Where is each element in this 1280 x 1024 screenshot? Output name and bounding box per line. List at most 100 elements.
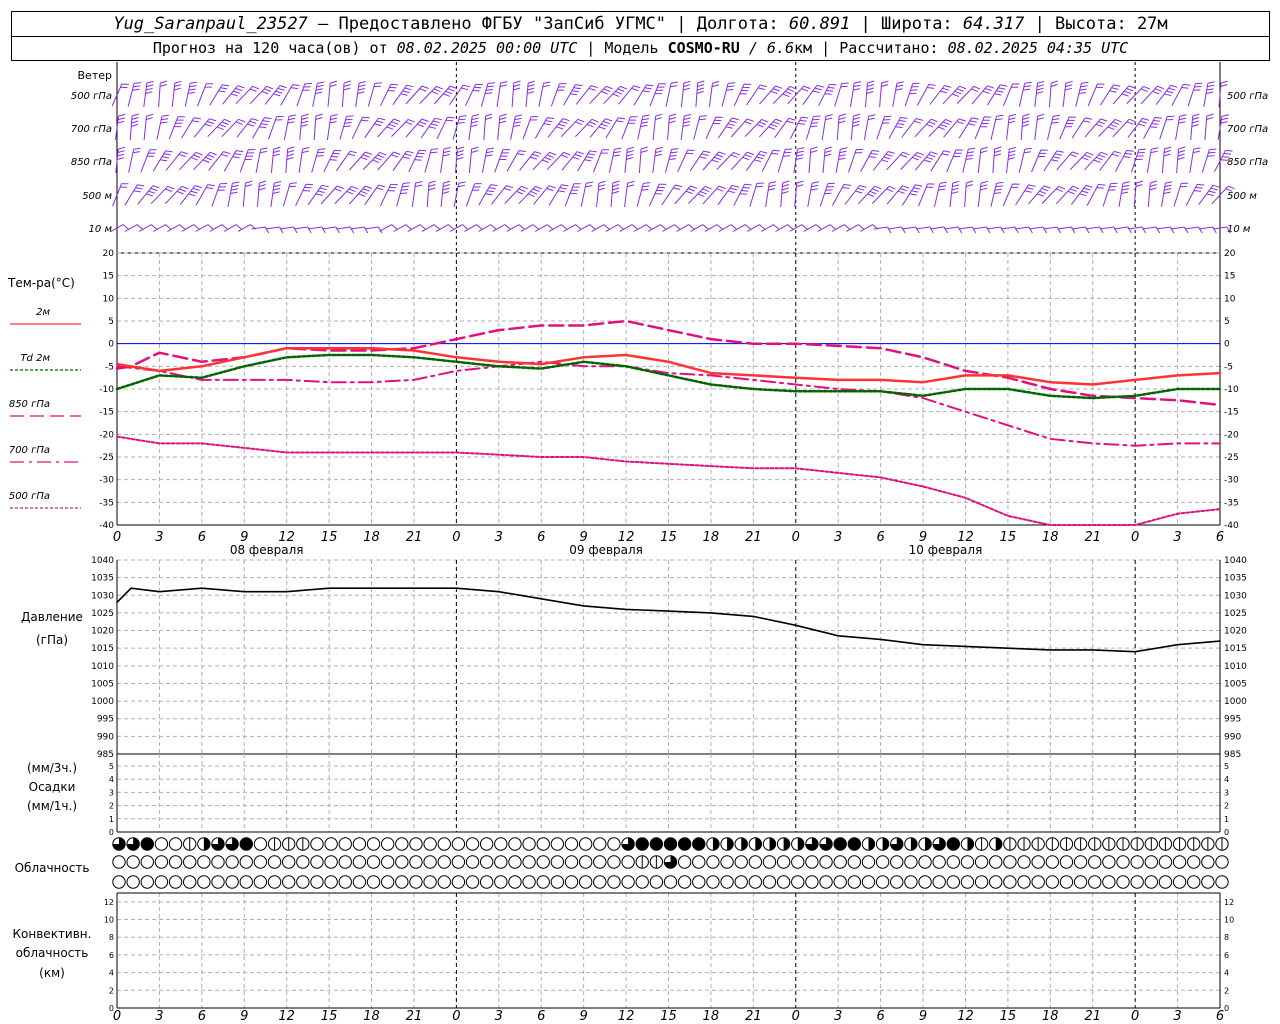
cloud-symbol	[1031, 875, 1045, 889]
bottom-hour-tick: 0	[792, 1009, 800, 1024]
cloud-symbol	[451, 875, 466, 889]
cloud-symbol	[1201, 875, 1215, 889]
cloud-circle	[1031, 875, 1045, 889]
cloud-symbol	[1017, 875, 1031, 889]
cloud-symbol	[267, 837, 282, 851]
wind-barb	[494, 149, 510, 173]
pressure-tick-left: 1010	[91, 662, 114, 672]
precip-tick-left: 3	[109, 788, 114, 797]
wind-barb	[860, 150, 880, 172]
cloud-symbol	[663, 875, 678, 889]
wind-level-label: 700 гПа	[71, 124, 112, 135]
wind-barb	[433, 85, 457, 105]
cloud-circle	[1158, 875, 1173, 889]
cloud-circle	[663, 875, 678, 889]
cloud-circle	[635, 837, 649, 851]
cloud-symbol	[776, 875, 791, 889]
pressure-ylabel-2: (гПа)	[36, 633, 68, 647]
cloud-symbol	[578, 837, 593, 851]
pressure-tick-right: 1020	[1224, 627, 1247, 637]
temp-tick-right: 15	[1224, 272, 1235, 282]
wind-barb	[667, 113, 677, 141]
cloud-circle	[465, 875, 480, 889]
wind-barb	[819, 182, 835, 207]
cloud-symbol	[706, 875, 720, 889]
cloud-circle	[1144, 855, 1158, 869]
wind-barb	[525, 80, 536, 107]
cloud-circle	[310, 875, 324, 889]
cloud-circle	[508, 837, 522, 851]
cloud-symbol	[904, 837, 918, 851]
cloud-circle	[423, 837, 437, 851]
cloud-symbol	[890, 837, 904, 851]
cloud-circle	[1187, 875, 1201, 889]
temp-tick-left: 15	[103, 272, 114, 282]
cloud-circle	[437, 855, 451, 869]
cloud-symbol	[1045, 875, 1060, 889]
conv-tick-left: 12	[104, 898, 114, 907]
wind-barb	[377, 151, 401, 171]
cloud-symbol	[1130, 875, 1144, 889]
cloud-circle	[1088, 875, 1102, 889]
cloud-circle	[465, 837, 480, 851]
wind-barb	[436, 116, 455, 140]
cloud-circle	[550, 855, 565, 869]
wind-barb	[455, 146, 465, 174]
pressure-tick-left: 990	[97, 732, 114, 742]
cloud-circle	[1215, 855, 1229, 869]
cloud-symbol	[1003, 875, 1017, 889]
cloud-symbol	[479, 875, 494, 889]
temp-hour-tick: 0	[792, 530, 800, 545]
wind-barb	[128, 147, 141, 173]
cloud-circle	[847, 855, 862, 869]
wind-barb	[295, 183, 314, 207]
wind-barb	[777, 148, 793, 173]
cloud-symbol	[296, 837, 310, 851]
wind-barb	[1071, 117, 1093, 139]
cloud-symbol	[1031, 855, 1045, 869]
wind-barb	[886, 151, 910, 171]
wind-barb	[270, 146, 281, 173]
wind-barb	[934, 181, 947, 207]
temp-tick-right: 0	[1224, 340, 1230, 350]
cloud-circle	[140, 875, 154, 889]
wind-barb	[680, 80, 691, 107]
cloud-symbol	[819, 875, 833, 889]
wind-barb	[405, 118, 429, 138]
cloud-circle	[989, 875, 1003, 889]
cloud-circle	[692, 855, 706, 869]
cloud-circle	[197, 875, 211, 889]
cloud-circle	[946, 855, 961, 869]
wind-barb	[564, 183, 581, 207]
cloud-symbol	[154, 855, 169, 869]
legend-label-2: 850 гПа	[9, 399, 50, 410]
cloud-circle	[1172, 855, 1187, 869]
wind-barb	[380, 183, 398, 207]
wind-barb	[298, 147, 310, 173]
wind-barb	[971, 85, 995, 105]
wind-barb	[561, 151, 584, 171]
bottom-hour-tick: 21	[1084, 1009, 1101, 1024]
wind-barb	[1130, 148, 1146, 173]
cloud-symbol	[578, 875, 593, 889]
cloud-symbol	[847, 875, 862, 889]
bottom-hour-tick: 3	[834, 1009, 842, 1024]
cloud-circle	[1045, 875, 1060, 889]
cloud-circle	[734, 875, 748, 889]
cloud-symbol	[1158, 875, 1173, 889]
temp-tick-right: -35	[1224, 498, 1239, 508]
cloud-symbol	[706, 855, 720, 869]
cloud-circle	[578, 837, 593, 851]
wind-barb	[179, 151, 203, 171]
cloud-symbol	[380, 855, 395, 869]
wind-barb	[223, 150, 244, 172]
wind-barb	[688, 185, 712, 204]
wind-barb	[426, 180, 436, 208]
cloud-symbol	[833, 875, 847, 889]
cloud-symbol	[607, 837, 621, 851]
cloud-circle	[112, 875, 126, 889]
wind-barb	[283, 114, 296, 140]
cloud-circle	[281, 875, 296, 889]
conv-tick-right: 8	[1224, 933, 1229, 942]
cloud-symbol	[1187, 837, 1201, 851]
